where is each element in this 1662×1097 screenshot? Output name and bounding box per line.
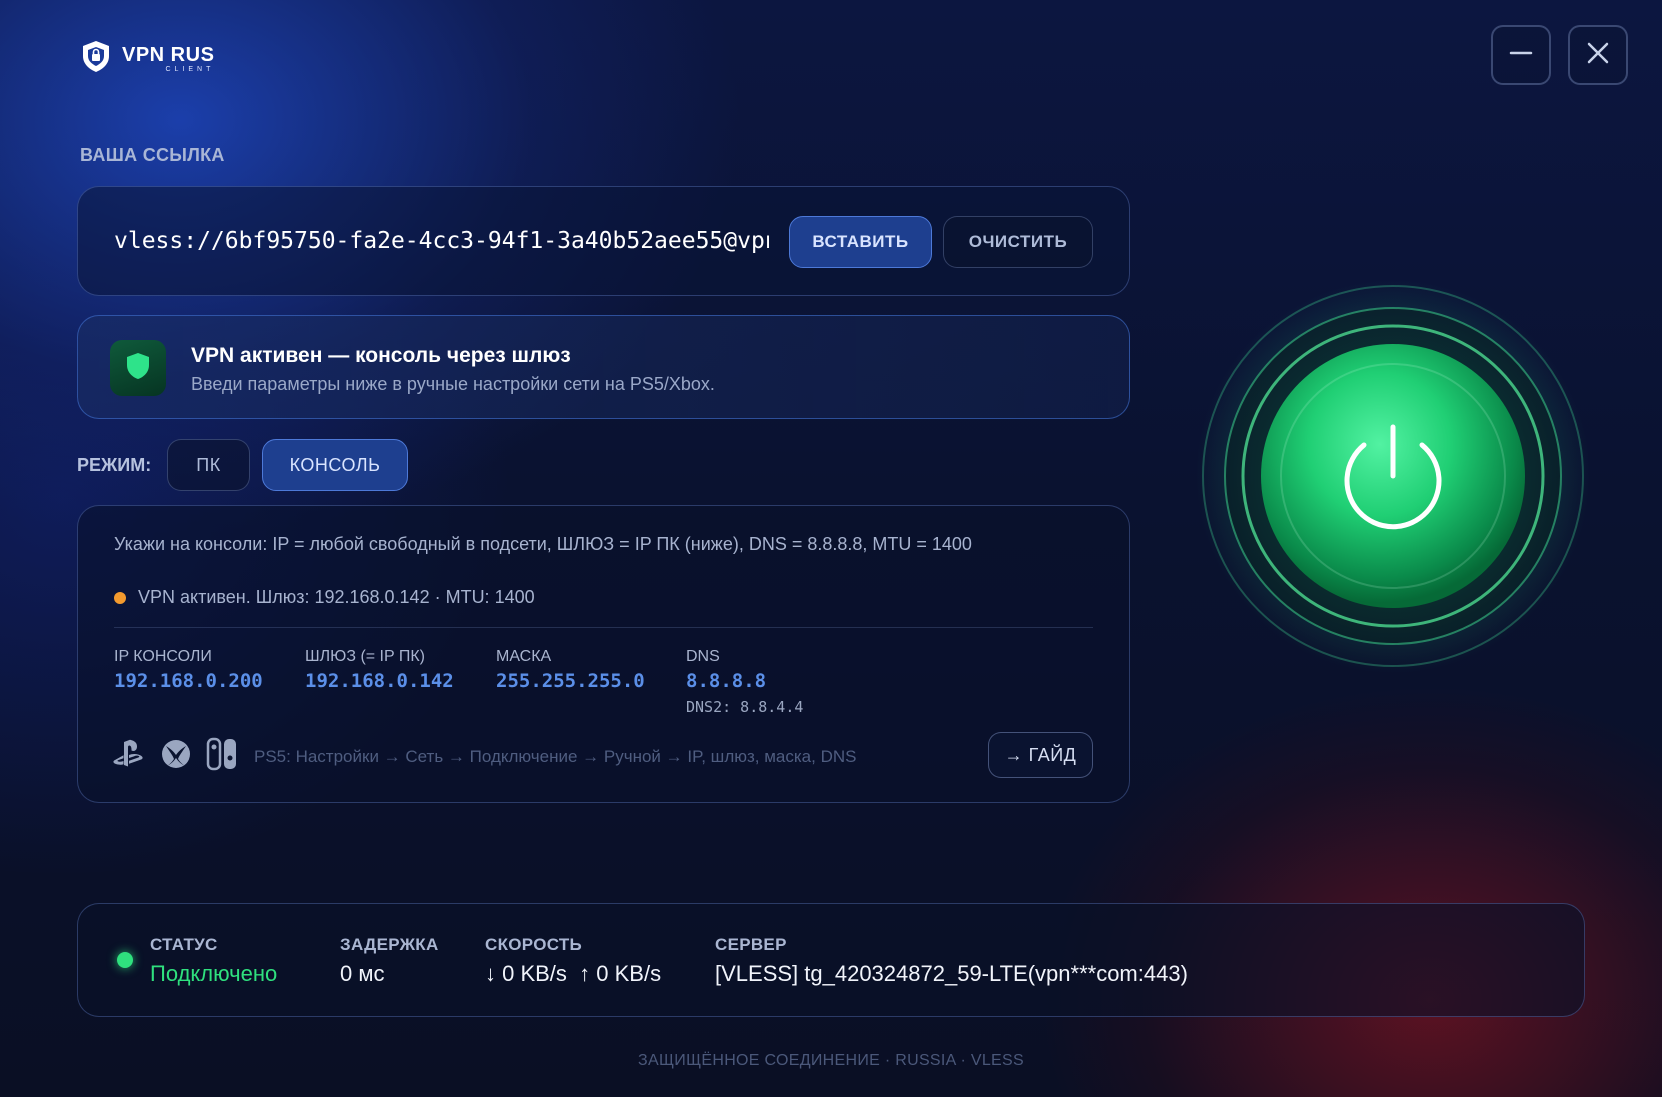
status-dot [114, 592, 126, 604]
guide-button[interactable]: → ГАЙД [988, 732, 1093, 778]
logo-title: VPN RUS [122, 43, 215, 66]
shield-icon [124, 351, 152, 386]
shield-logo-icon [78, 38, 114, 79]
param-value-mask: 255.255.255.0 [496, 670, 645, 692]
server-value: [VLESS] tg_420324872_59-LTE(vpn***com:44… [715, 961, 1188, 986]
param-value-dns: 8.8.8.8 [686, 670, 767, 692]
clear-button[interactable]: ОЧИСТИТЬ [943, 216, 1093, 268]
link-input[interactable]: vless://6bf95750-fa2e-4cc3-94f1-3a40b52a… [114, 228, 769, 254]
connection-dot [117, 952, 133, 968]
param-label-gateway: ШЛЮЗ (= IP ПК) [305, 648, 425, 665]
mode-console-tab[interactable]: КОНСОЛЬ [262, 439, 408, 491]
latency-value: 0 мс [340, 961, 385, 986]
console-hint: Укажи на консоли: IP = любой свободный в… [114, 534, 972, 554]
speed-label: СКОРОСТЬ [485, 935, 583, 954]
console-icons [112, 737, 238, 776]
vpn-status-title: VPN активен — консоль через шлюз [191, 344, 571, 367]
param-value-gateway: 192.168.0.142 [305, 670, 454, 692]
close-icon [1584, 39, 1612, 72]
power-button[interactable] [1196, 279, 1590, 673]
speed-value: ↓ 0 KB/s ↑ 0 KB/s [485, 961, 662, 986]
nintendo-switch-icon [206, 737, 238, 776]
param-label-ip: IP КОНСОЛИ [114, 648, 212, 665]
shield-icon-box [110, 340, 166, 396]
console-setup-path: PS5: Настройки → Сеть → Подключение → Ру… [254, 747, 857, 766]
divider [114, 627, 1093, 628]
xbox-icon [160, 738, 192, 775]
mode-pc-tab[interactable]: ПК [167, 439, 250, 491]
server-label: СЕРВЕР [715, 935, 787, 954]
console-status-line: VPN активен. Шлюз: 192.168.0.142 · MTU: … [138, 587, 535, 607]
footer-text: ЗАЩИЩЁННОЕ СОЕДИНЕНИЕ · RUSSIA · VLESS [638, 1052, 1024, 1069]
mode-label: РЕЖИМ: [77, 455, 152, 475]
close-button[interactable] [1568, 25, 1628, 85]
bottom-status-bar [77, 903, 1585, 1017]
link-section-label: ВАША ССЫЛКА [80, 145, 225, 165]
latency-label: ЗАДЕРЖКА [340, 935, 439, 954]
param-label-mask: МАСКА [496, 648, 552, 665]
app-logo: VPN RUS CLIENT [78, 38, 214, 79]
logo-subtitle: CLIENT [165, 65, 215, 73]
playstation-icon [112, 739, 146, 774]
param-value-dns2: DNS2: 8.8.4.4 [686, 698, 804, 716]
param-label-dns: DNS [686, 648, 720, 665]
paste-button[interactable]: ВСТАВИТЬ [789, 216, 932, 268]
vpn-status-subtitle: Введи параметры ниже в ручные настройки … [191, 374, 715, 394]
param-value-ip: 192.168.0.200 [114, 670, 263, 692]
minimize-button[interactable] [1491, 25, 1551, 85]
minus-icon [1507, 39, 1535, 72]
status-label: СТАТУС [150, 935, 218, 954]
status-value: Подключено [150, 961, 278, 986]
